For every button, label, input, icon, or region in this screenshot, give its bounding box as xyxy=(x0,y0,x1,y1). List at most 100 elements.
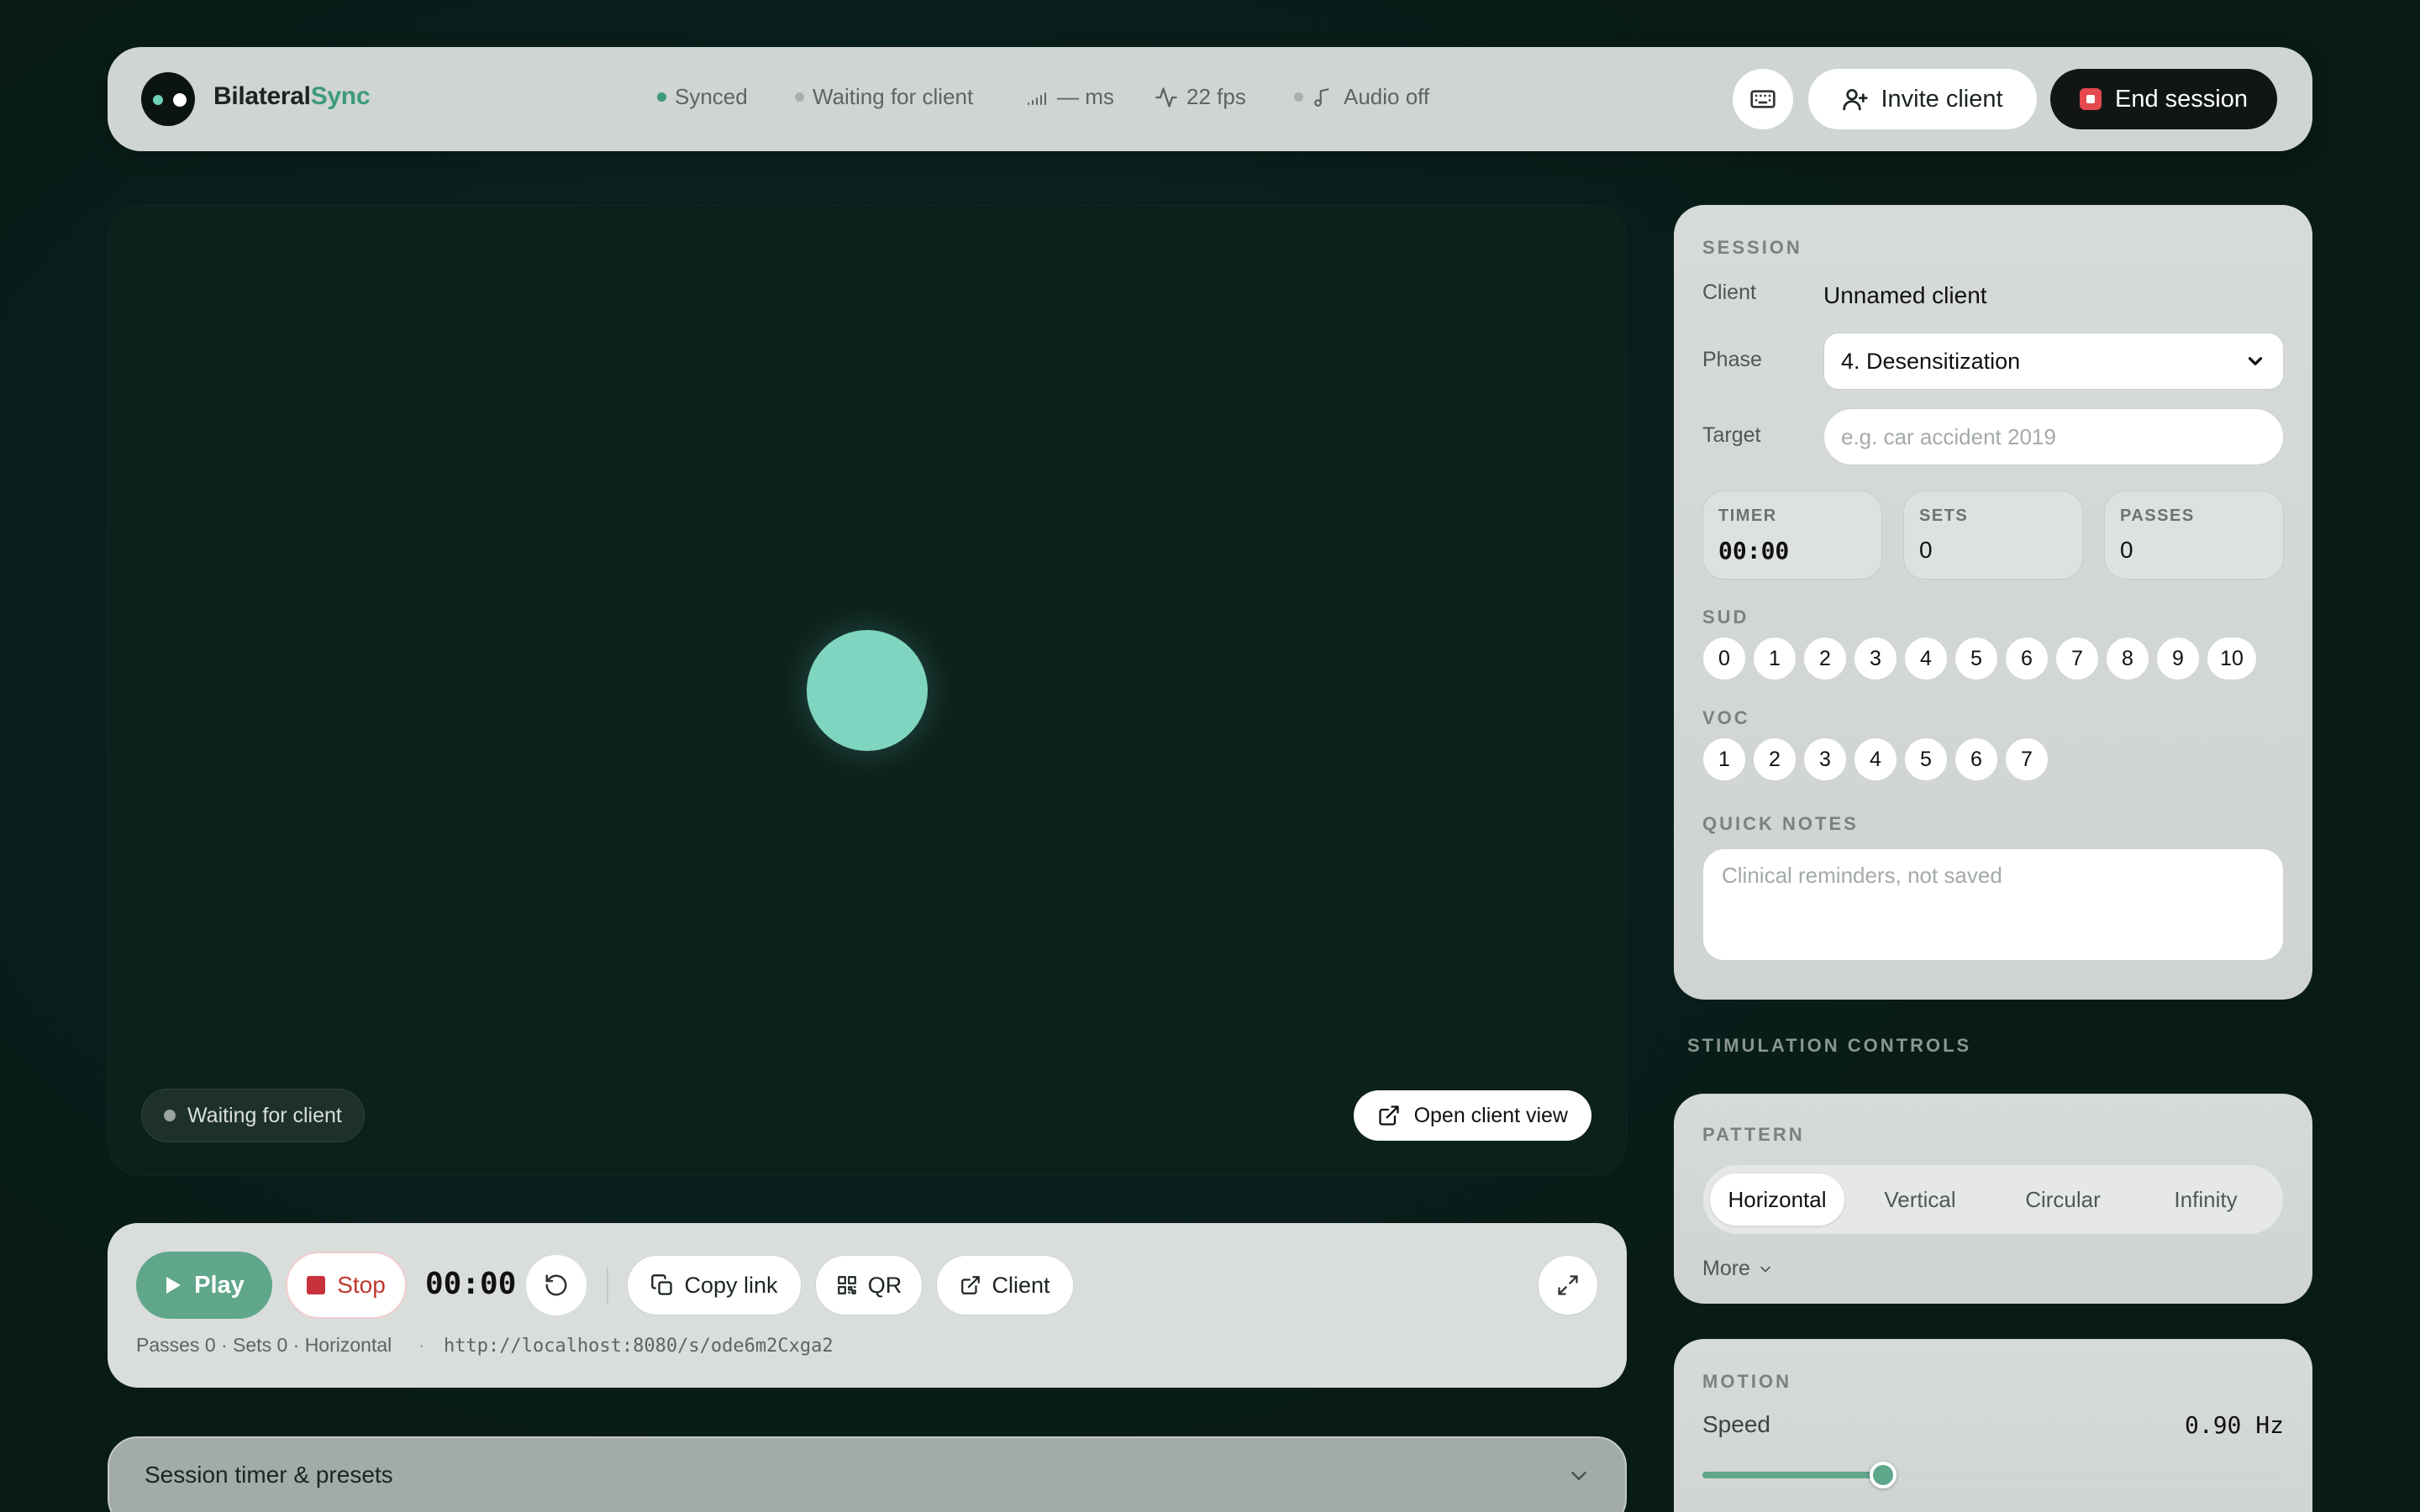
activity-icon xyxy=(1155,86,1178,109)
session-url[interactable]: http://localhost:8080/s/ode6m2Cxga2 xyxy=(444,1336,834,1357)
client-label: Client xyxy=(1702,281,1756,304)
signal-bars-icon xyxy=(1025,86,1049,109)
speed-slider-thumb[interactable] xyxy=(1869,1462,1897,1488)
speed-value: 0.90 Hz xyxy=(2184,1411,2284,1439)
quick-notes-label: QUICK NOTES xyxy=(1702,813,1859,834)
waiting-dot-icon xyxy=(164,1110,176,1121)
voc-option[interactable]: 4 xyxy=(1854,738,1897,781)
pattern-option-infinity[interactable]: Infinity xyxy=(2139,1173,2273,1226)
play-icon xyxy=(166,1277,182,1294)
stop-icon xyxy=(307,1276,326,1294)
client-name: Unnamed client xyxy=(1823,282,1987,308)
qr-code-icon xyxy=(836,1274,858,1296)
pattern-label: PATTERN xyxy=(1702,1124,1805,1145)
pattern-option-horizontal[interactable]: Horizontal xyxy=(1710,1173,1844,1226)
target-input[interactable]: e.g. car accident 2019 xyxy=(1823,408,2284,465)
sud-option[interactable]: 3 xyxy=(1854,637,1897,680)
voc-label: VOC xyxy=(1702,707,1750,728)
client-status: Waiting for client xyxy=(795,84,973,110)
sud-option[interactable]: 2 xyxy=(1803,637,1847,680)
user-plus-icon xyxy=(1842,86,1869,113)
voc-option[interactable]: 7 xyxy=(2005,738,2049,781)
speed-slider-fill xyxy=(1702,1472,1883,1478)
sud-option[interactable]: 5 xyxy=(1954,637,1998,680)
speed-slider[interactable] xyxy=(1702,1462,2284,1488)
sud-option[interactable]: 10 xyxy=(2207,637,2257,680)
music-note-icon xyxy=(1312,86,1335,109)
end-session-button[interactable]: End session xyxy=(2050,69,2277,129)
target-label: Target xyxy=(1702,423,1761,447)
pattern-option-vertical[interactable]: Vertical xyxy=(1853,1173,1987,1226)
rotate-ccw-icon xyxy=(545,1274,567,1296)
client-dot-icon xyxy=(795,92,804,102)
sud-option[interactable]: 8 xyxy=(2106,637,2149,680)
divider xyxy=(607,1267,608,1304)
voc-option[interactable]: 1 xyxy=(1702,738,1746,781)
session-timer-presets-toggle[interactable]: Session timer & presets xyxy=(108,1436,1627,1512)
stimulus-stage: Waiting for client Open client view xyxy=(108,205,1627,1176)
motion-label: MOTION xyxy=(1702,1371,1791,1392)
stimulus-dot xyxy=(807,630,928,751)
reset-button[interactable] xyxy=(526,1255,587,1315)
sud-option[interactable]: 9 xyxy=(2156,637,2200,680)
chevron-down-icon xyxy=(1757,1261,1774,1278)
phase-select[interactable]: 4. Desensitization xyxy=(1823,333,2284,390)
audio-status: Audio off xyxy=(1294,84,1429,110)
synced-dot-icon xyxy=(657,92,666,102)
timer-card: TIMER 00:00 xyxy=(1702,491,1882,580)
pattern-panel: PATTERN Horizontal Vertical Circular Infini… xyxy=(1674,1094,2312,1304)
chevron-down-icon xyxy=(1566,1463,1591,1488)
app-logo-icon xyxy=(141,72,195,126)
sud-option[interactable]: 7 xyxy=(2055,637,2099,680)
keyboard-icon xyxy=(1750,90,1776,108)
external-link-icon xyxy=(960,1274,981,1296)
session-title: SESSION xyxy=(1702,237,1802,258)
open-client-view-button[interactable]: Open client view xyxy=(1353,1090,1591,1141)
phase-label: Phase xyxy=(1702,348,1762,371)
keyboard-shortcuts-button[interactable] xyxy=(1733,69,1793,129)
voc-option[interactable]: 5 xyxy=(1904,738,1948,781)
sets-value: 0 xyxy=(1919,537,1933,563)
more-patterns-button[interactable]: More xyxy=(1702,1257,1774,1281)
voc-option[interactable]: 3 xyxy=(1803,738,1847,781)
copy-icon xyxy=(650,1273,674,1297)
passes-card: PASSES 0 xyxy=(2104,491,2284,580)
summary-separator: · xyxy=(418,1334,425,1356)
expand-icon xyxy=(1558,1275,1578,1295)
playback-clock: 00:00 xyxy=(425,1267,517,1301)
stimulation-controls-title: STIMULATION CONTROLS xyxy=(1687,1035,1972,1056)
sets-card: SETS 0 xyxy=(1903,491,2083,580)
sud-option[interactable]: 1 xyxy=(1753,637,1797,680)
qr-button[interactable]: QR xyxy=(815,1255,923,1315)
motion-panel: MOTION Speed 0.90 Hz xyxy=(1674,1339,2312,1512)
sud-label: SUD xyxy=(1702,606,1749,627)
playback-controls: Play Stop 00:00 Copy link QR Client Pass… xyxy=(108,1223,1627,1388)
audio-dot-icon xyxy=(1294,92,1303,102)
voc-option[interactable]: 6 xyxy=(1954,738,1998,781)
session-summary: Passes 0 · Sets 0 · Horizontal xyxy=(136,1334,392,1356)
stop-square-icon xyxy=(2080,88,2102,110)
session-panel: SESSION Client Unnamed client Phase 4. D… xyxy=(1674,205,2312,1000)
top-bar: BilateralSync Synced Waiting for client … xyxy=(108,47,2312,151)
sud-option[interactable]: 6 xyxy=(2005,637,2049,680)
client-waiting-badge: Waiting for client xyxy=(141,1089,365,1142)
app-brand: BilateralSync xyxy=(213,82,371,110)
external-link-icon xyxy=(1377,1104,1401,1127)
fps-status: 22 fps xyxy=(1155,84,1246,110)
voc-option[interactable]: 2 xyxy=(1753,738,1797,781)
fullscreen-button[interactable] xyxy=(1538,1255,1598,1315)
client-button[interactable]: Client xyxy=(936,1255,1074,1315)
latency-status: — ms xyxy=(1025,84,1114,110)
pattern-option-circular[interactable]: Circular xyxy=(1996,1173,2130,1226)
stop-button[interactable]: Stop xyxy=(286,1252,407,1319)
sud-option[interactable]: 4 xyxy=(1904,637,1948,680)
invite-client-button[interactable]: Invite client xyxy=(1808,69,2037,129)
passes-value: 0 xyxy=(2120,537,2133,563)
pattern-selector: Horizontal Vertical Circular Infinity xyxy=(1702,1164,2284,1235)
copy-link-button[interactable]: Copy link xyxy=(627,1255,802,1315)
sud-option[interactable]: 0 xyxy=(1702,637,1746,680)
timer-value: 00:00 xyxy=(1718,537,1790,564)
play-button[interactable]: Play xyxy=(136,1252,272,1319)
speed-label: Speed xyxy=(1702,1411,1770,1437)
quick-notes-textarea[interactable]: Clinical reminders, not saved xyxy=(1702,848,2284,961)
